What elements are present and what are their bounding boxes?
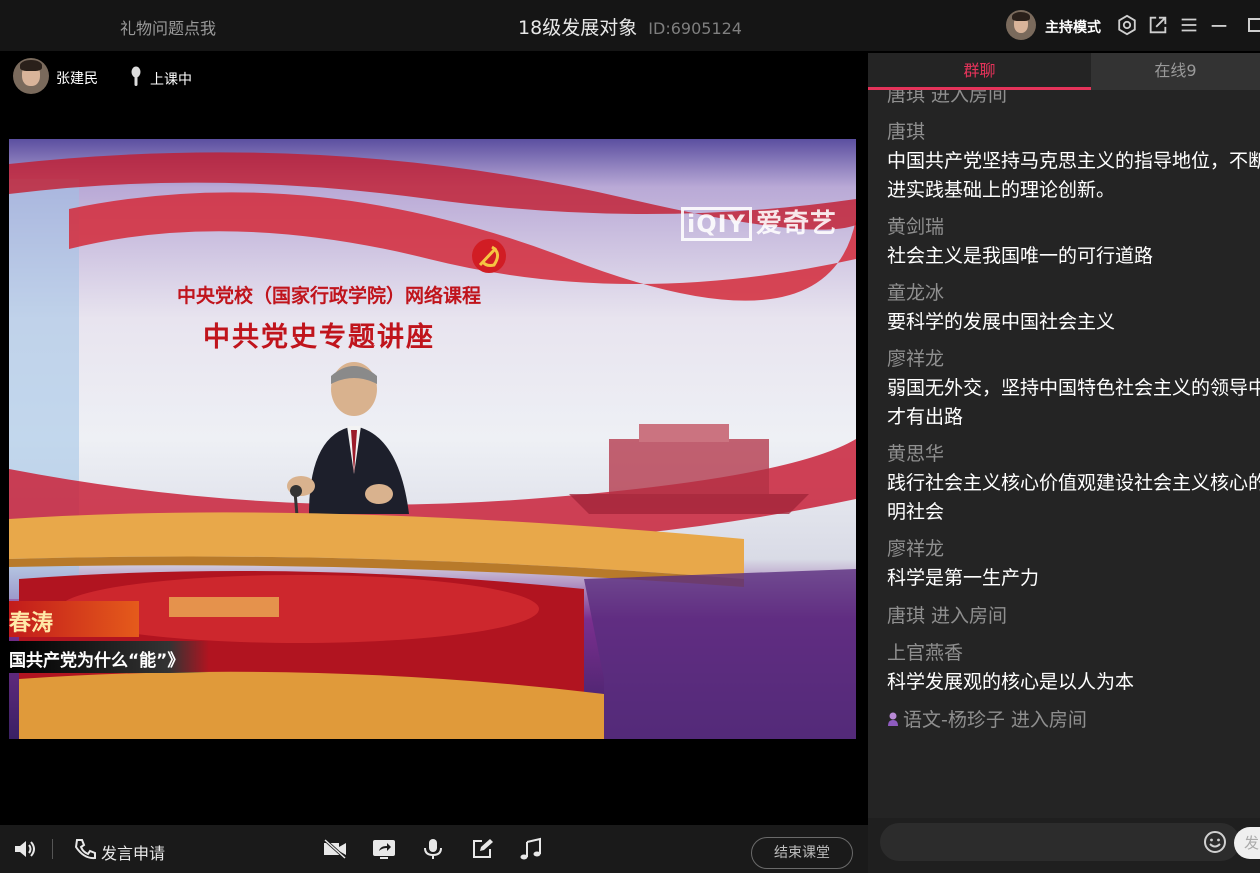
class-toolbar: 发言申请 结束课堂 bbox=[0, 825, 868, 873]
screen-share-icon[interactable] bbox=[371, 837, 397, 861]
chat-message-text: 社会主义是我国唯一的可行道路 bbox=[887, 245, 1154, 267]
title-bar: 礼物问题点我 18级发展对象 ID:6905124 主持模式 bbox=[0, 0, 1260, 52]
video-stage: 张建民 上课中 iQIY 爱奇艺 中央党校（国家行政学院）网络课程 中共党史专题… bbox=[0, 53, 868, 825]
chat-input-row: 发 bbox=[868, 818, 1260, 873]
chat-message-author: 廖祥龙 bbox=[887, 348, 945, 370]
microphone-icon[interactable] bbox=[420, 837, 446, 861]
user-role-icon bbox=[887, 707, 899, 726]
course-banner-title: 中央党校（国家行政学院）网络课程 bbox=[176, 285, 481, 307]
microphone-status-icon bbox=[130, 66, 142, 88]
chat-panel: 唐琪 进入房间 唐琪中国共产党坚持马克思主义的指导地位，不断推进实践基础上的理论… bbox=[868, 53, 1260, 873]
lecture-video[interactable]: iQIY 爱奇艺 中央党校（国家行政学院）网络课程 中共党史专题讲座 春涛 国共产… bbox=[9, 139, 856, 739]
room-name: 18级发展对象 bbox=[518, 17, 638, 39]
host-avatar[interactable] bbox=[1006, 10, 1036, 40]
chat-message-text: 践行社会主义核心价值观建设社会主义核心的文明社会 bbox=[887, 472, 1260, 523]
iqiyi-watermark: iQIY 爱奇艺 bbox=[681, 203, 837, 241]
chat-message-author: 黄思华 bbox=[887, 443, 945, 465]
lower-third-topic: 国共产党为什么“能”》 bbox=[9, 641, 209, 673]
chat-message-text: 弱国无外交，坚持中国特色社会主义的领导中国才有出路 bbox=[887, 377, 1260, 428]
emoji-icon[interactable] bbox=[1203, 830, 1227, 854]
minimize-icon[interactable] bbox=[1208, 13, 1230, 37]
maximize-icon[interactable] bbox=[1245, 13, 1260, 37]
room-entry-notice: 语文-杨珍子 进入房间 bbox=[887, 706, 1260, 735]
share-icon[interactable] bbox=[1147, 13, 1169, 37]
chat-message-text: 科学发展观的核心是以人为本 bbox=[887, 671, 1135, 693]
chat-message-text: 中国共产党坚持马克思主义的指导地位，不断推进实践基础上的理论创新。 bbox=[887, 150, 1260, 201]
tab-online-users[interactable]: 在线9 bbox=[1091, 53, 1260, 90]
chat-message: 廖祥龙科学是第一生产力 bbox=[887, 535, 1260, 593]
edit-icon[interactable] bbox=[470, 837, 496, 861]
chat-message-author: 黄剑瑞 bbox=[887, 216, 945, 238]
chat-input[interactable] bbox=[880, 823, 1240, 861]
chat-message-author: 廖祥龙 bbox=[887, 538, 945, 560]
course-banner-subtitle: 中共党史专题讲座 bbox=[203, 322, 435, 353]
chat-message-author: 童龙冰 bbox=[887, 282, 945, 304]
chat-message: 童龙冰要科学的发展中国社会主义 bbox=[887, 279, 1260, 337]
chat-message-text: 要科学的发展中国社会主义 bbox=[887, 311, 1116, 333]
party-emblem bbox=[472, 239, 506, 273]
chat-message-author: 唐琪 bbox=[887, 121, 926, 143]
speaker-icon[interactable] bbox=[12, 837, 38, 861]
chat-tabs: 群聊 在线9 bbox=[868, 53, 1260, 90]
camera-off-icon[interactable] bbox=[322, 837, 348, 861]
chat-message: 上官燕香科学发展观的核心是以人为本 bbox=[887, 639, 1260, 697]
chat-message-text: 科学是第一生产力 bbox=[887, 567, 1040, 589]
teacher-avatar[interactable] bbox=[13, 58, 49, 94]
lower-third-name: 春涛 bbox=[9, 601, 139, 637]
toolbar-divider bbox=[52, 839, 53, 859]
end-class-button[interactable]: 结束课堂 bbox=[751, 837, 853, 869]
music-icon[interactable] bbox=[518, 837, 544, 861]
chat-message-list[interactable]: 唐琪 进入房间 唐琪中国共产党坚持马克思主义的指导地位，不断推进实践基础上的理论… bbox=[887, 81, 1260, 735]
room-id: ID:6905124 bbox=[648, 19, 742, 38]
gift-help-link[interactable]: 礼物问题点我 bbox=[120, 15, 216, 39]
send-button[interactable]: 发 bbox=[1234, 827, 1260, 859]
host-mode-button[interactable]: 主持模式 bbox=[1045, 17, 1101, 37]
menu-icon[interactable] bbox=[1178, 13, 1200, 37]
phone-icon[interactable] bbox=[72, 837, 98, 861]
chat-message: 唐琪中国共产党坚持马克思主义的指导地位，不断推进实践基础上的理论创新。 bbox=[887, 118, 1260, 205]
room-entry-notice: 唐琪 进入房间 bbox=[887, 605, 1008, 627]
speak-request-button[interactable]: 发言申请 bbox=[101, 840, 165, 864]
chat-message: 黄剑瑞社会主义是我国唯一的可行道路 bbox=[887, 213, 1260, 271]
chat-message-author: 上官燕香 bbox=[887, 642, 964, 664]
teacher-name: 张建民 bbox=[56, 71, 98, 87]
chat-message: 黄思华践行社会主义核心价值观建设社会主义核心的文明社会 bbox=[887, 440, 1260, 527]
chat-message: 廖祥龙弱国无外交，坚持中国特色社会主义的领导中国才有出路 bbox=[887, 345, 1260, 432]
tab-group-chat[interactable]: 群聊 bbox=[868, 53, 1091, 90]
settings-icon[interactable] bbox=[1116, 13, 1138, 37]
class-status: 上课中 bbox=[150, 72, 192, 88]
